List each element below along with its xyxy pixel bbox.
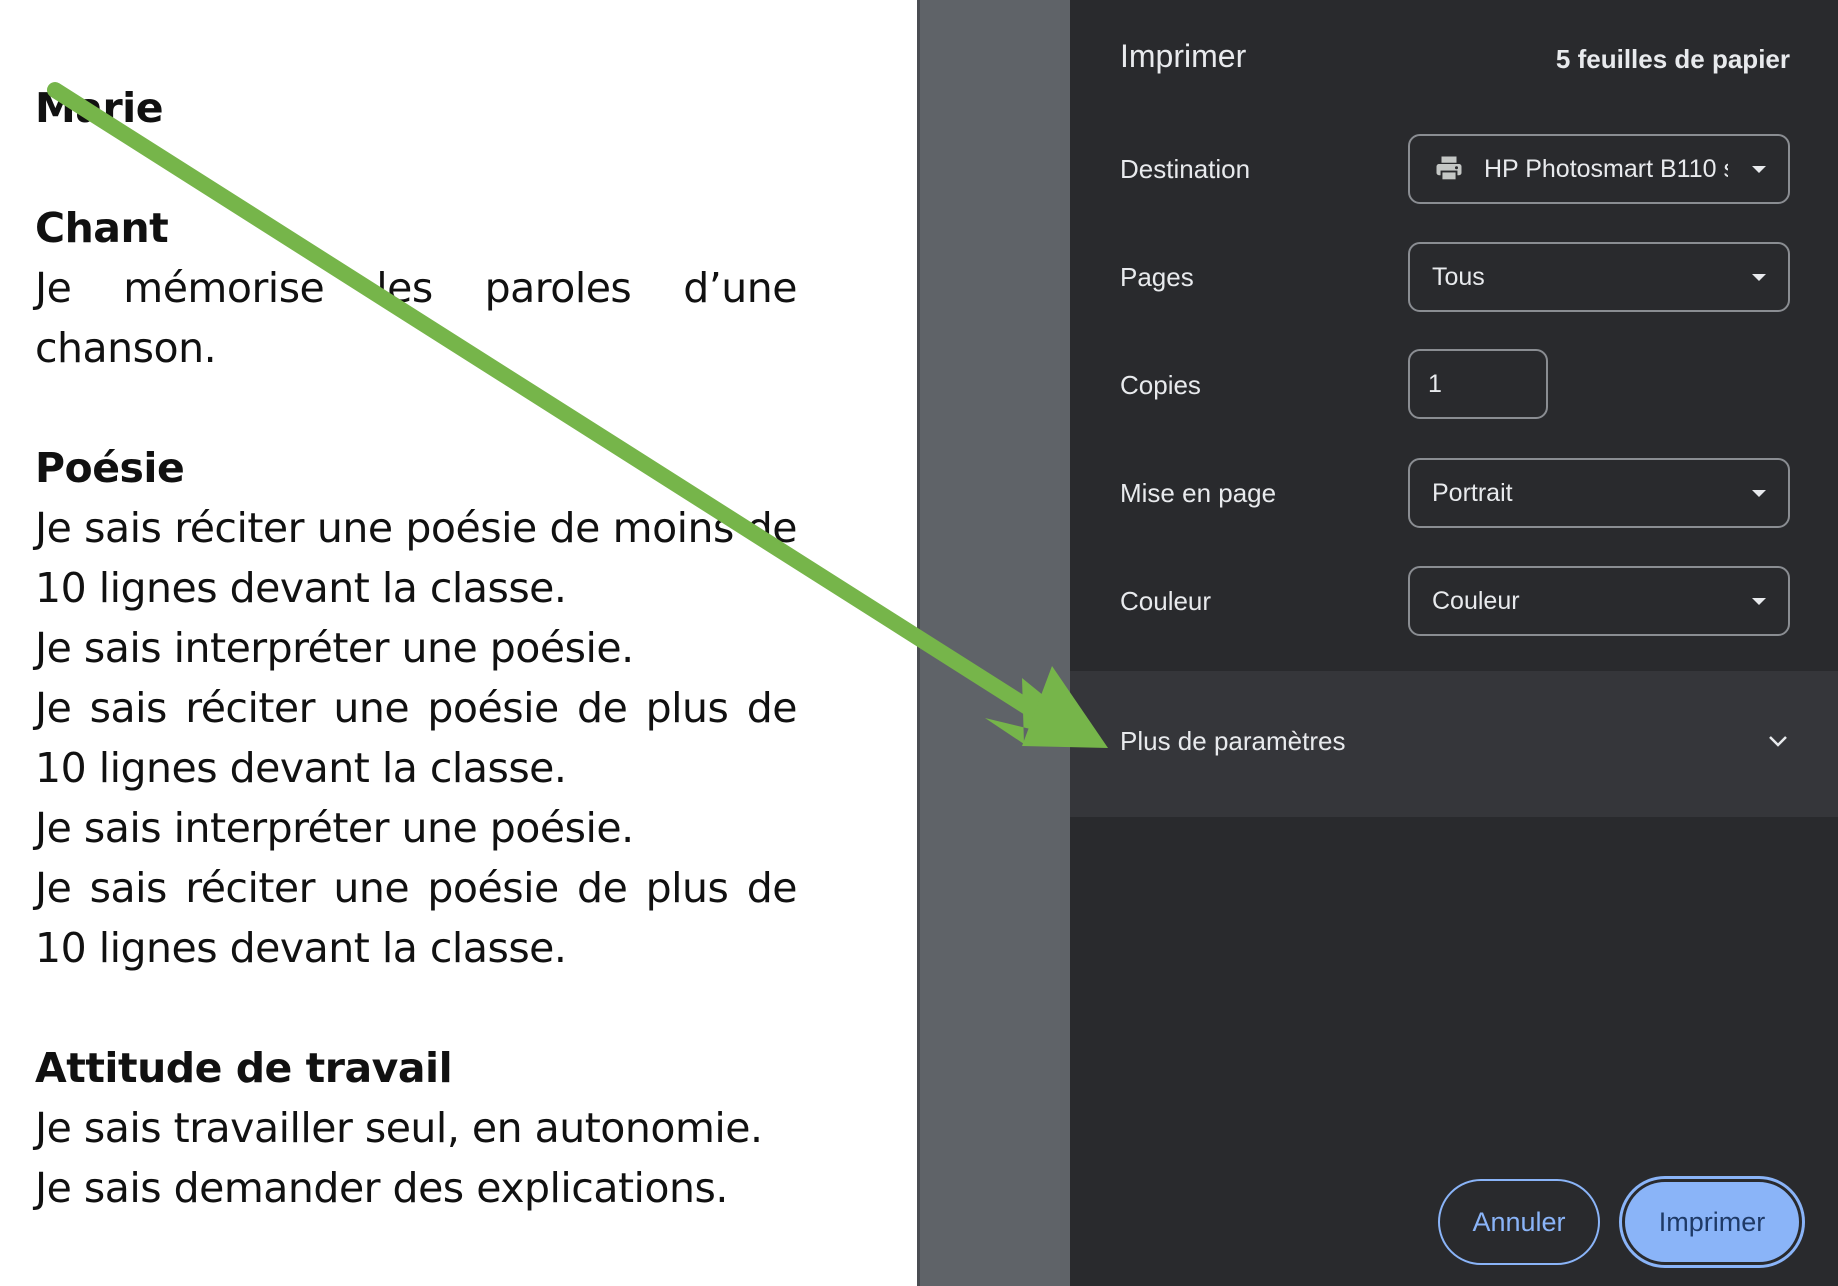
student-name: Marie <box>35 78 797 138</box>
chevron-down-icon <box>1752 274 1766 281</box>
pages-label: Pages <box>1120 262 1194 293</box>
section-line: Je sais interpréter une poésie. <box>35 618 797 678</box>
section-line: Je sais réciter une poésie de plus de 10… <box>35 858 797 978</box>
document-text: Marie Chant Je mémorise les paroles d’un… <box>35 78 797 1218</box>
layout-value: Portrait <box>1432 479 1513 508</box>
color-select[interactable]: Couleur <box>1408 566 1790 636</box>
layout-label: Mise en page <box>1120 478 1276 509</box>
section-line: Je sais demander des explications. <box>35 1158 797 1218</box>
color-value: Couleur <box>1432 587 1520 616</box>
section-line: Je mémorise les paroles d’une chanson. <box>35 258 797 378</box>
section-heading-attitude: Attitude de travail <box>35 1038 797 1098</box>
section-heading-chant: Chant <box>35 198 797 258</box>
section-line: Je sais travailler seul, en autonomie. <box>35 1098 797 1158</box>
section-line: Je sais interpréter une poésie. <box>35 798 797 858</box>
destination-value: HP Photosmart B110 series <box>1484 155 1728 184</box>
chevron-down-icon <box>1752 490 1766 497</box>
section-heading-poesie: Poésie <box>35 438 797 498</box>
preview-gutter <box>917 0 1070 1286</box>
chevron-down-icon <box>1752 166 1766 173</box>
print-dialog: Imprimer 5 feuilles de papier Destinatio… <box>1070 0 1838 1286</box>
section-line: Je sais réciter une poésie de plus de 10… <box>35 678 797 798</box>
cancel-button[interactable]: Annuler <box>1438 1179 1600 1265</box>
document-preview: Marie Chant Je mémorise les paroles d’un… <box>0 0 917 1286</box>
copies-label: Copies <box>1120 370 1201 401</box>
destination-label: Destination <box>1120 154 1250 185</box>
chevron-down-icon <box>1766 729 1790 753</box>
pages-value: Tous <box>1432 263 1485 292</box>
more-settings-toggle[interactable]: Plus de paramètres <box>1070 671 1838 817</box>
printer-icon <box>1432 154 1466 184</box>
copies-input[interactable] <box>1408 349 1548 419</box>
section-line: Je sais réciter une poésie de moins de 1… <box>35 498 797 618</box>
destination-select[interactable]: HP Photosmart B110 series <box>1408 134 1790 204</box>
sheet-count: 5 feuilles de papier <box>1556 44 1790 75</box>
dialog-title: Imprimer <box>1120 38 1246 75</box>
print-button[interactable]: Imprimer <box>1622 1179 1802 1265</box>
more-settings-label: Plus de paramètres <box>1120 726 1345 757</box>
layout-select[interactable]: Portrait <box>1408 458 1790 528</box>
chevron-down-icon <box>1752 598 1766 605</box>
pages-select[interactable]: Tous <box>1408 242 1790 312</box>
color-label: Couleur <box>1120 586 1211 617</box>
